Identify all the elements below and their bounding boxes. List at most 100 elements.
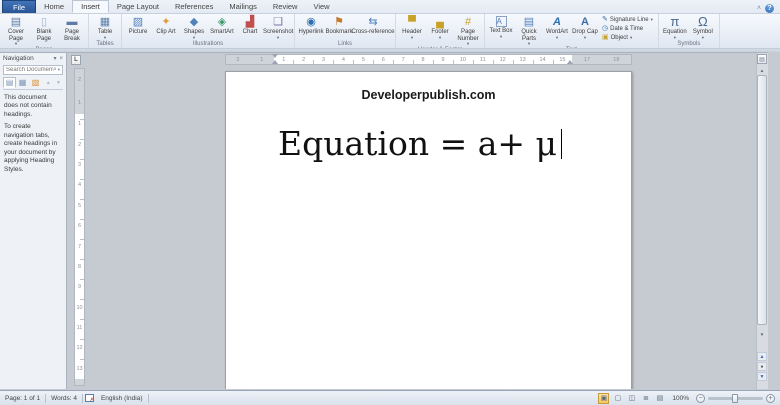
text-box-button[interactable]: A Text Box ▾ bbox=[487, 15, 515, 39]
hanging-indent-marker[interactable] bbox=[272, 60, 278, 64]
tab-references[interactable]: References bbox=[167, 0, 221, 13]
previous-page-button[interactable]: ▲ bbox=[757, 352, 767, 361]
zoom-slider[interactable] bbox=[708, 393, 763, 403]
screenshot-icon: ❑ bbox=[273, 16, 283, 28]
nav-prev-next-arrows[interactable]: ▲ ▼ bbox=[46, 80, 63, 86]
symbol-icon: Ω bbox=[697, 14, 708, 29]
tab-page-layout[interactable]: Page Layout bbox=[109, 0, 167, 13]
page-count-status[interactable]: Page: 1 of 1 bbox=[0, 391, 45, 405]
web-layout-view-button[interactable]: ◫ bbox=[626, 393, 637, 404]
language-status[interactable]: English (India) bbox=[96, 391, 148, 405]
clip-art-icon: ✦ bbox=[161, 16, 171, 28]
help-button[interactable]: ? bbox=[765, 4, 774, 13]
drop-cap-icon: A bbox=[581, 16, 589, 28]
blank-page-button[interactable]: ▯ Blank Page bbox=[30, 15, 58, 46]
navigation-pane-close-icon[interactable]: × bbox=[59, 56, 63, 62]
print-layout-view-button[interactable]: ▣ bbox=[598, 392, 610, 404]
tab-insert[interactable]: Insert bbox=[72, 0, 109, 13]
drop-cap-button[interactable]: A Drop Cap ▾ bbox=[571, 15, 599, 40]
tab-mailings[interactable]: Mailings bbox=[221, 0, 265, 13]
full-screen-reading-view-button[interactable]: ▢ bbox=[612, 393, 623, 404]
ribbon: ▤ Cover Page ▾ ▯ Blank Page ▬ Page Break… bbox=[0, 14, 780, 53]
navigation-pane: Navigation ▾ × ⌕ ▾ ▤ ▦ ▧ ▲ ▼ This docume… bbox=[0, 52, 67, 389]
ribbon-group-text: A Text Box ▾ ▤ Quick Parts ▾ A WordArt ▾… bbox=[485, 14, 659, 53]
cross-reference-button[interactable]: ⇆ Cross-reference bbox=[351, 15, 394, 40]
status-bar: Page: 1 of 1 Words: 4 English (India) ▣ … bbox=[0, 390, 780, 405]
zoom-slider-thumb[interactable] bbox=[732, 393, 738, 403]
quick-parts-button[interactable]: ▤ Quick Parts ▾ bbox=[515, 15, 543, 46]
zoom-level-label[interactable]: 100% bbox=[668, 395, 693, 402]
cover-page-button[interactable]: ▤ Cover Page ▾ bbox=[2, 15, 30, 46]
date-time-button[interactable]: ◷ Date & Time bbox=[600, 25, 655, 33]
zoom-out-button[interactable]: − bbox=[696, 393, 705, 403]
date-time-icon: ◷ bbox=[602, 25, 609, 32]
scrollbar-thumb[interactable] bbox=[757, 75, 767, 325]
hyperlink-icon: ◉ bbox=[306, 16, 316, 28]
ruler-left-margin: 21 bbox=[226, 55, 274, 64]
footer-icon: ▄ bbox=[436, 16, 444, 28]
shapes-icon: ◆ bbox=[189, 16, 199, 28]
draft-view-button[interactable]: ▤ bbox=[654, 393, 665, 404]
page-break-button[interactable]: ▬ Page Break bbox=[58, 15, 86, 46]
select-browse-object-button[interactable]: ● bbox=[757, 362, 767, 371]
clip-art-button[interactable]: ✦ Clip Art bbox=[152, 15, 180, 40]
document-heading-text[interactable]: Developerpublish.com bbox=[226, 88, 631, 102]
navigation-pane-menu-icon[interactable]: ▾ bbox=[53, 55, 56, 62]
text-box-icon: A bbox=[495, 16, 507, 27]
ribbon-group-links: ◉ Hyperlink ⚑ Bookmark ⇆ Cross-reference… bbox=[295, 14, 396, 48]
tab-file[interactable]: File bbox=[2, 0, 37, 13]
object-button[interactable]: ▣ Object ▾ bbox=[600, 34, 655, 42]
header-button[interactable]: ▀ Header ▾ bbox=[398, 15, 426, 40]
table-icon: ▦ bbox=[99, 16, 111, 28]
page-number-button[interactable]: # Page Number ▾ bbox=[454, 15, 482, 46]
smartart-button[interactable]: ◈ SmartArt bbox=[208, 15, 236, 40]
nav-tab-browse-headings[interactable]: ▤ bbox=[3, 77, 16, 88]
scroll-down-arrow[interactable]: ▼ bbox=[757, 330, 767, 338]
hyperlink-button[interactable]: ◉ Hyperlink bbox=[297, 15, 325, 40]
search-icon[interactable]: ⌕ bbox=[53, 66, 57, 74]
zoom-in-button[interactable]: + bbox=[766, 393, 775, 403]
tab-stop-selector[interactable]: L bbox=[71, 55, 81, 65]
screenshot-button[interactable]: ❑ Screenshot ▾ bbox=[263, 15, 293, 40]
ruler-toggle-button[interactable]: ▤ bbox=[757, 54, 767, 64]
vertical-scrollbar[interactable]: ▤ ▲ ▼ ▲ ● ▼ bbox=[756, 53, 768, 389]
equation-button[interactable]: π Equation ▾ bbox=[661, 15, 689, 40]
equation-text: Equation = a+ μ bbox=[278, 124, 557, 163]
chart-icon: ▟ bbox=[245, 16, 255, 28]
text-cursor bbox=[560, 128, 562, 159]
ribbon-group-pages: ▤ Cover Page ▾ ▯ Blank Page ▬ Page Break… bbox=[0, 14, 89, 53]
object-icon: ▣ bbox=[602, 34, 609, 41]
equation-text-line[interactable]: Equation = a+ μ bbox=[278, 124, 631, 163]
outline-view-button[interactable]: ≣ bbox=[640, 393, 651, 404]
symbol-button[interactable]: Ω Symbol ▾ bbox=[689, 15, 717, 40]
tab-review[interactable]: Review bbox=[265, 0, 306, 13]
page-number-icon: # bbox=[464, 16, 472, 28]
right-indent-marker[interactable] bbox=[567, 60, 573, 64]
bookmark-button[interactable]: ⚑ Bookmark bbox=[325, 15, 353, 40]
proofing-status-icon[interactable] bbox=[84, 394, 94, 403]
chart-button[interactable]: ▟ Chart bbox=[236, 15, 264, 40]
next-page-button[interactable]: ▼ bbox=[757, 372, 767, 381]
shapes-button[interactable]: ◆ Shapes ▾ bbox=[180, 15, 208, 40]
nav-tab-browse-results[interactable]: ▧ bbox=[29, 77, 42, 88]
document-page[interactable]: Developerpublish.com Equation = a+ μ bbox=[225, 71, 632, 389]
wordart-button[interactable]: A WordArt ▾ bbox=[543, 15, 571, 40]
search-options-chevron-icon[interactable]: ▾ bbox=[58, 67, 60, 73]
word-count-status[interactable]: Words: 4 bbox=[46, 391, 82, 405]
minimize-ribbon-icon[interactable]: ˄ bbox=[757, 5, 761, 12]
ruler-vertical-text-area: 1 2 3 4 5 6 7 8 9 10 11 12 13 bbox=[75, 114, 84, 379]
ribbon-tab-row: File Home Insert Page Layout References … bbox=[0, 0, 780, 14]
picture-button[interactable]: ▨ Picture bbox=[124, 15, 152, 40]
nav-tab-browse-pages[interactable]: ▦ bbox=[16, 77, 29, 88]
tab-home[interactable]: Home bbox=[36, 0, 72, 13]
scroll-up-arrow[interactable]: ▲ bbox=[757, 66, 767, 74]
search-input[interactable] bbox=[6, 67, 53, 73]
footer-button[interactable]: ▄ Footer ▾ bbox=[426, 15, 454, 40]
search-box[interactable]: ⌕ ▾ bbox=[3, 65, 63, 75]
signature-line-button[interactable]: ✎ Signature Line ▾ bbox=[600, 16, 655, 24]
first-line-indent-marker[interactable] bbox=[272, 54, 278, 58]
ribbon-group-header-footer: ▀ Header ▾ ▄ Footer ▾ # Page Number ▾ He… bbox=[396, 14, 485, 53]
header-icon: ▀ bbox=[408, 16, 416, 28]
tab-view[interactable]: View bbox=[305, 0, 337, 13]
table-button[interactable]: ▦ Table ▾ bbox=[91, 15, 119, 40]
